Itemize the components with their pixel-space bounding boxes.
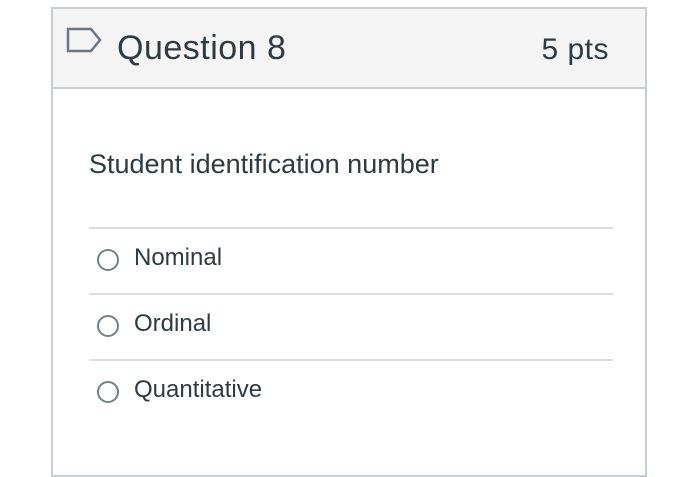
answer-label[interactable]: Nominal (134, 244, 222, 272)
flag-bookmark-icon[interactable] (65, 25, 103, 59)
question-header: Question 8 5 pts (53, 9, 645, 89)
answer-option-quantitative[interactable]: Quantitative (89, 359, 613, 425)
radio-button-icon[interactable] (97, 381, 119, 403)
question-card: Question 8 5 pts Student identification … (51, 7, 647, 477)
question-title: Question 8 (117, 29, 287, 67)
question-text: Student identification number (89, 149, 439, 179)
answer-label[interactable]: Ordinal (134, 310, 211, 338)
answer-label[interactable]: Quantitative (134, 376, 262, 404)
question-points: 5 pts (541, 33, 609, 66)
radio-button-icon[interactable] (97, 315, 119, 337)
answer-list: Nominal Ordinal Quantitative (89, 227, 613, 425)
answer-option-ordinal[interactable]: Ordinal (89, 293, 613, 359)
answer-option-nominal[interactable]: Nominal (89, 227, 613, 293)
radio-button-icon[interactable] (97, 249, 119, 271)
